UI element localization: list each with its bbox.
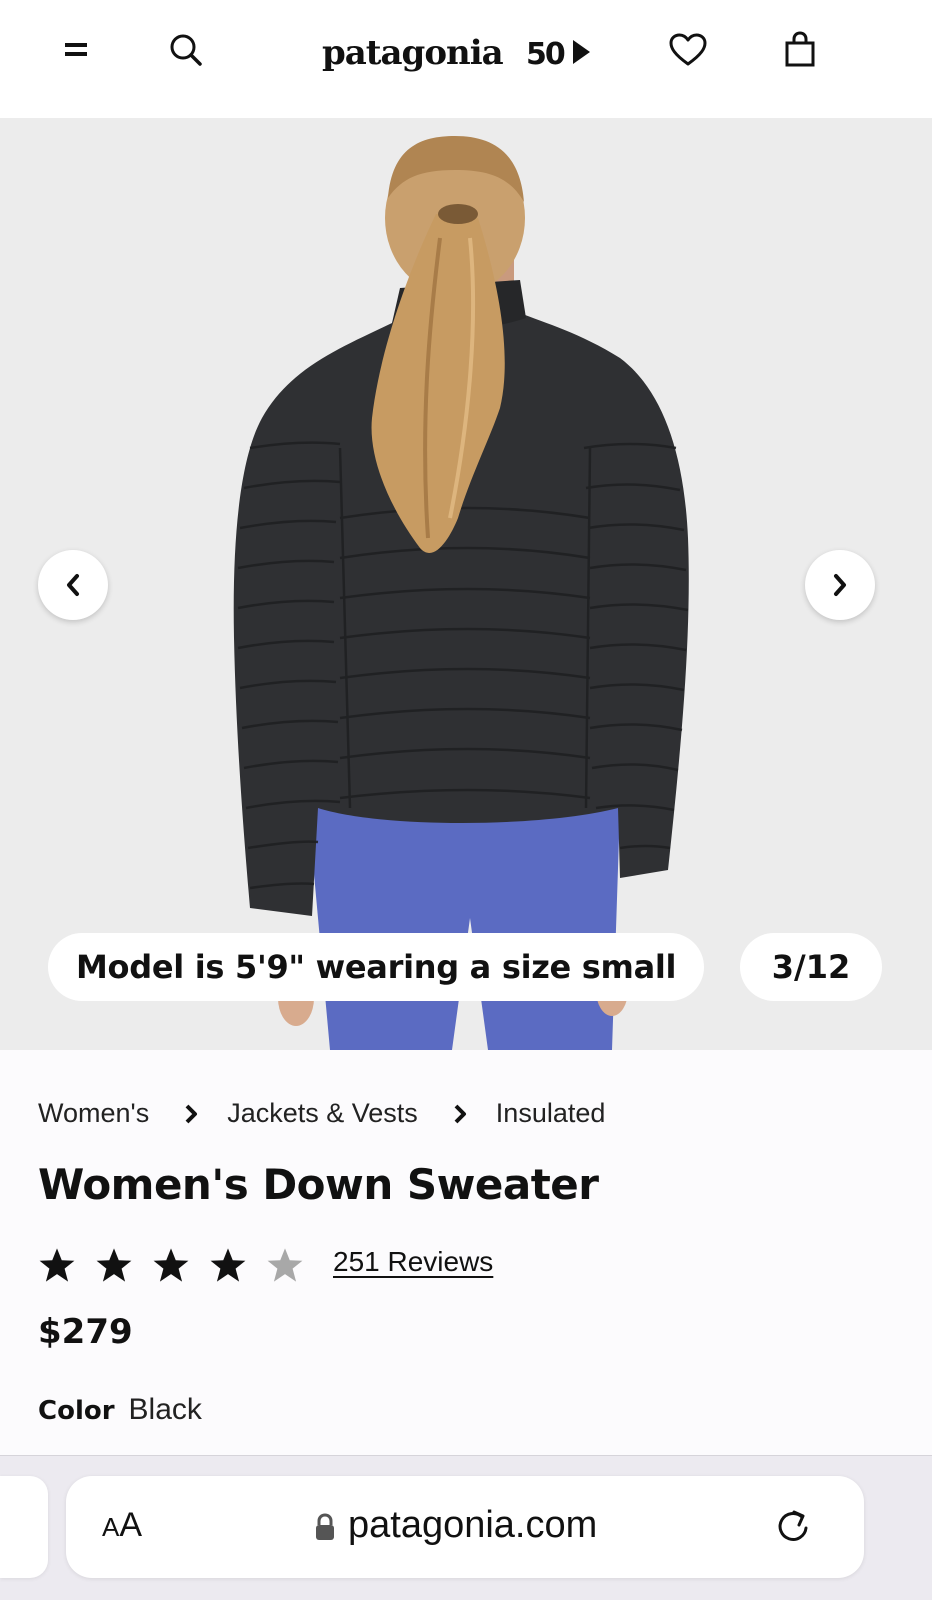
text-size-large-a: A <box>119 1506 143 1544</box>
browser-toolbar: AA patagonia.com <box>0 1455 932 1600</box>
url-text[interactable]: patagonia.com <box>348 1504 597 1547</box>
site-header: patagonia 50 <box>0 0 932 118</box>
color-label: Color <box>38 1396 115 1426</box>
reload-icon[interactable] <box>772 1506 814 1548</box>
breadcrumb-womens[interactable]: Women's <box>38 1098 149 1129</box>
previous-image-button[interactable] <box>38 550 108 620</box>
star-filled-icon <box>153 1248 189 1282</box>
star-filled-icon <box>210 1248 246 1282</box>
chevron-right-icon <box>183 1102 203 1126</box>
brand-name: patagonia <box>322 33 504 73</box>
patagonia-logo[interactable]: patagonia 50 <box>300 26 620 82</box>
menu-icon[interactable] <box>54 28 98 72</box>
lock-icon <box>316 1513 334 1540</box>
heart-icon[interactable] <box>666 28 710 72</box>
color-selection: Color Black <box>38 1393 202 1427</box>
product-image[interactable]: Model is 5'9" wearing a size small 3/12 <box>0 118 932 1050</box>
star-rating[interactable] <box>38 1246 323 1284</box>
reviews-link[interactable]: 251 Reviews <box>333 1246 493 1278</box>
shopping-bag-icon[interactable] <box>778 28 822 72</box>
brand-badge: 50 <box>526 37 565 72</box>
product-info: Women's Jackets & Vests Insulated Women'… <box>0 1050 932 1455</box>
model-photo <box>233 136 689 1050</box>
color-value: Black <box>128 1393 202 1426</box>
address-bar[interactable]: AA patagonia.com <box>66 1476 864 1578</box>
text-size-button[interactable]: AA <box>102 1506 142 1545</box>
model-size-caption: Model is 5'9" wearing a size small <box>48 933 705 1001</box>
product-title: Women's Down Sweater <box>38 1160 599 1209</box>
breadcrumb-jackets-vests[interactable]: Jackets & Vests <box>227 1098 418 1129</box>
breadcrumb-insulated[interactable]: Insulated <box>496 1098 606 1129</box>
previous-tab-stub[interactable] <box>0 1476 48 1578</box>
image-counter: 3/12 <box>740 933 882 1001</box>
chevron-right-icon <box>834 574 846 596</box>
star-filled-icon <box>39 1248 75 1282</box>
product-price: $279 <box>38 1312 133 1352</box>
breadcrumb: Women's Jackets & Vests Insulated <box>38 1098 605 1129</box>
text-size-small-a: A <box>102 1512 120 1542</box>
star-empty-icon <box>267 1248 303 1282</box>
chevron-left-icon <box>67 574 79 596</box>
star-filled-icon <box>96 1248 132 1282</box>
next-image-button[interactable] <box>805 550 875 620</box>
chevron-right-icon <box>452 1102 472 1126</box>
search-icon[interactable] <box>164 28 208 72</box>
